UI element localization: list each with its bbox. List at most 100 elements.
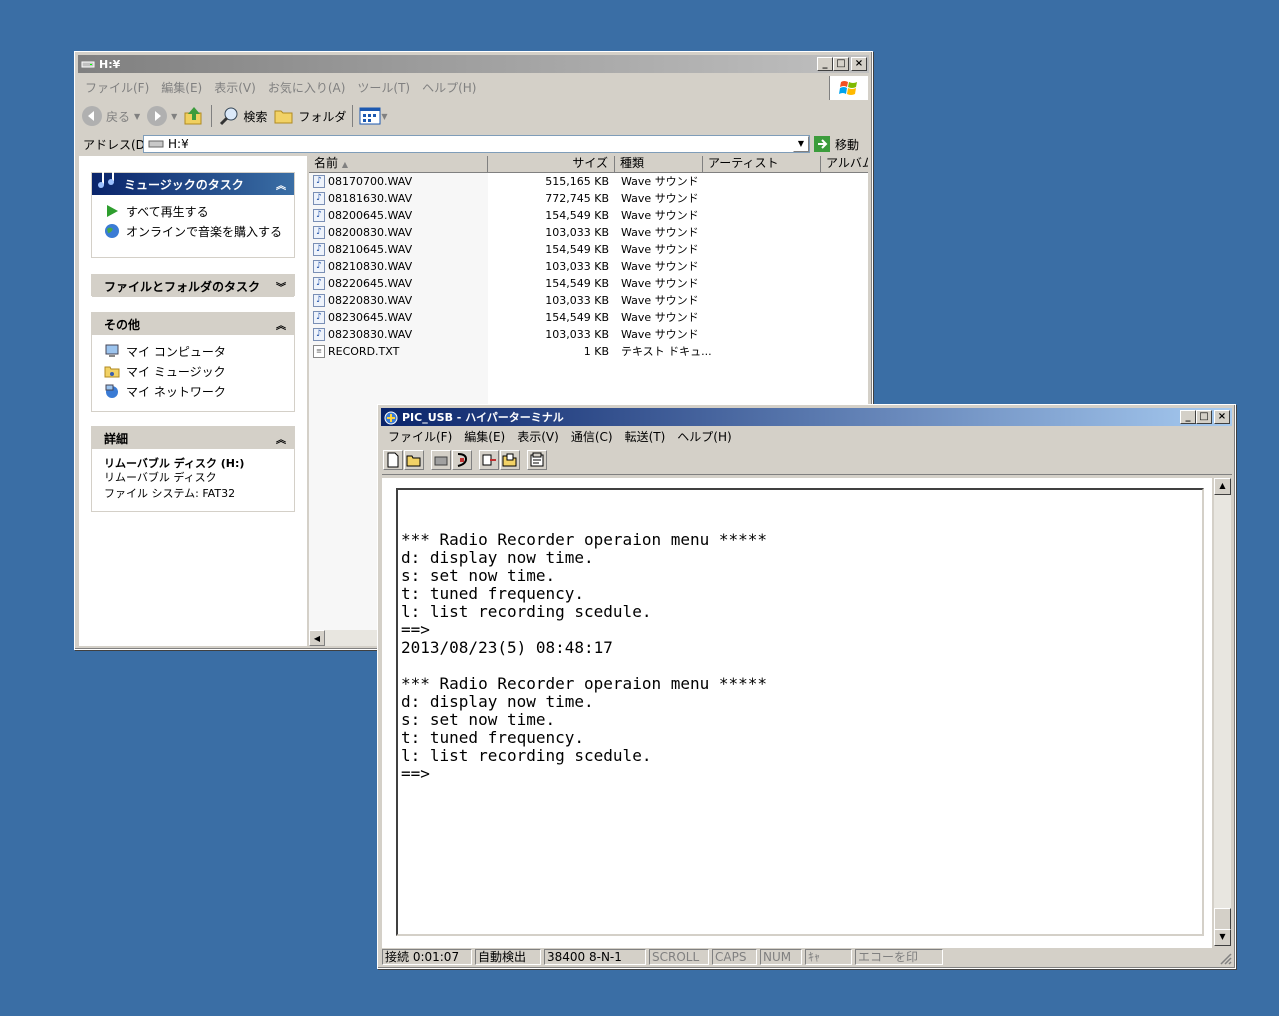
music-tasks-header[interactable]: ミュージックのタスク ︽ [92, 165, 294, 195]
close-button[interactable]: × [1214, 410, 1230, 424]
scroll-up-button[interactable]: ▲ [1214, 478, 1231, 495]
file-row[interactable]: ♪ 08210830.WAV 103,033 KB Wave サウンド [309, 258, 868, 275]
file-name-cell[interactable]: ≡ RECORD.TXT [313, 343, 399, 360]
menu-call[interactable]: 通信(C) [565, 428, 619, 445]
menu-file[interactable]: ファイル(F) [382, 428, 458, 445]
column-header-artist[interactable]: アーティスト [703, 156, 821, 173]
file-name-cell[interactable]: ♪ 08230645.WAV [313, 309, 412, 326]
buy-music-link[interactable]: オンラインで音楽を購入する [92, 221, 294, 241]
hyperterminal-window[interactable]: PIC_USB - ハイパーターミナル _ □ × ファイル(F) 編集(E) … [377, 404, 1236, 969]
file-row[interactable]: ≡ RECORD.TXT 1 KB テキスト ドキュ... [309, 343, 868, 360]
receive-button[interactable] [500, 450, 520, 470]
file-row[interactable]: ♪ 08210645.WAV 154,549 KB Wave サウンド [309, 241, 868, 258]
address-label: アドレス(D) [83, 137, 150, 152]
file-name-cell[interactable]: ♪ 08230830.WAV [313, 326, 412, 343]
task-pane: ミュージックのタスク ︽ すべて再生する オンラインで音楽を購入する ファイルと… [79, 156, 307, 646]
terminal-area[interactable]: *** Radio Recorder operaion menu ***** d:… [382, 478, 1212, 948]
network-icon [105, 384, 118, 398]
properties-icon [530, 452, 544, 467]
views-button[interactable]: ▼ [359, 106, 388, 126]
details-header[interactable]: 詳細 ︽ [92, 427, 294, 449]
vertical-scrollbar[interactable]: ▲ ▼ [1214, 478, 1231, 946]
minimize-button[interactable]: _ [1180, 410, 1196, 424]
text-file-icon: ≡ [313, 345, 325, 358]
column-header-type[interactable]: 種類 [615, 156, 703, 173]
folders-button[interactable]: フォルダ [273, 105, 346, 127]
buy-music-label: オンラインで音楽を購入する [126, 224, 283, 239]
new-connection-button[interactable] [383, 450, 403, 470]
file-row[interactable]: ♪ 08181630.WAV 772,745 KB Wave サウンド [309, 190, 868, 207]
terminal-line: *** Radio Recorder operaion menu ***** [401, 530, 768, 549]
file-name-cell[interactable]: ♪ 08200830.WAV [313, 224, 412, 241]
file-name-cell[interactable]: ♪ 08181630.WAV [313, 190, 412, 207]
resize-grip-icon[interactable] [1220, 953, 1232, 965]
hyperterminal-menubar: ファイル(F) 編集(E) 表示(V) 通信(C) 転送(T) ヘルプ(H) [382, 427, 738, 445]
file-name-cell[interactable]: ♪ 08210645.WAV [313, 241, 412, 258]
file-row[interactable]: ♪ 08220645.WAV 154,549 KB Wave サウンド [309, 275, 868, 292]
menu-favorites[interactable]: お気に入り(A) [262, 79, 352, 96]
chevron-down-icon: ▼ [797, 139, 805, 148]
my-music-link[interactable]: マイ ミュージック [92, 361, 294, 381]
file-row[interactable]: ♪ 08230645.WAV 154,549 KB Wave サウンド [309, 309, 868, 326]
maximize-button[interactable]: □ [833, 57, 849, 71]
my-network-link[interactable]: マイ ネットワーク [92, 381, 294, 401]
file-name-cell[interactable]: ♪ 08200645.WAV [313, 207, 412, 224]
scroll-left-button[interactable]: ◀ [309, 630, 325, 646]
drive-icon [148, 140, 164, 148]
play-icon [107, 205, 118, 217]
file-name-cell[interactable]: ♪ 08220645.WAV [313, 275, 412, 292]
menu-view[interactable]: 表示(V) [511, 428, 565, 445]
my-network-label: マイ ネットワーク [126, 384, 226, 399]
file-row[interactable]: ♪ 08200830.WAV 103,033 KB Wave サウンド [309, 224, 868, 241]
file-type: テキスト ドキュ... [621, 345, 712, 358]
menu-tools[interactable]: ツール(T) [351, 79, 416, 96]
properties-button[interactable] [527, 450, 547, 470]
file-row[interactable]: ♪ 08230830.WAV 103,033 KB Wave サウンド [309, 326, 868, 343]
menu-help[interactable]: ヘルプ(H) [671, 428, 737, 445]
file-name-cell[interactable]: ♪ 08210830.WAV [313, 258, 412, 275]
play-all-link[interactable]: すべて再生する [92, 201, 294, 221]
search-button[interactable]: 検索 [218, 105, 267, 127]
column-header-name[interactable]: 名前 ▲ [309, 156, 488, 173]
file-row[interactable]: ♪ 08170700.WAV 515,165 KB Wave サウンド [309, 173, 868, 190]
file-name-cell[interactable]: ♪ 08220830.WAV [313, 292, 412, 309]
menu-edit[interactable]: 編集(E) [458, 428, 511, 445]
menu-edit[interactable]: 編集(E) [155, 79, 208, 96]
send-button[interactable] [479, 450, 499, 470]
menu-file[interactable]: ファイル(F) [79, 79, 155, 96]
terminal-screen[interactable]: *** Radio Recorder operaion menu ***** d:… [396, 488, 1204, 936]
close-button[interactable]: × [851, 57, 867, 71]
column-header-size[interactable]: サイズ [488, 156, 615, 173]
file-folder-tasks-header[interactable]: ファイルとフォルダのタスク ︾ [92, 275, 294, 297]
column-header-album[interactable]: アルバム [821, 156, 868, 173]
minimize-button[interactable]: _ [817, 57, 833, 71]
go-button[interactable]: 移動 [813, 134, 859, 154]
chevron-down-icon: ▼ [381, 111, 388, 121]
back-button[interactable]: 戻る ▼ [81, 105, 140, 127]
up-folder-button[interactable] [183, 105, 205, 127]
disconnect-button[interactable] [452, 450, 472, 470]
menu-transfer[interactable]: 転送(T) [619, 428, 672, 445]
address-input[interactable]: H:¥ [143, 135, 810, 153]
hyperterminal-titlebar[interactable]: PIC_USB - ハイパーターミナル _ □ × [381, 408, 1232, 426]
my-computer-link[interactable]: マイ コンピュータ [92, 341, 294, 361]
back-arrow-icon [82, 106, 102, 126]
maximize-button[interactable]: □ [1196, 410, 1212, 424]
menu-help[interactable]: ヘルプ(H) [416, 79, 482, 96]
scroll-thumb[interactable] [1214, 908, 1231, 930]
drive-icon [81, 58, 95, 70]
address-dropdown-button[interactable]: ▼ [793, 136, 809, 152]
file-name-cell[interactable]: ♪ 08170700.WAV [313, 173, 412, 190]
audio-file-icon: ♪ [313, 277, 325, 290]
audio-file-icon: ♪ [313, 294, 325, 307]
scroll-down-button[interactable]: ▼ [1214, 929, 1231, 946]
file-row[interactable]: ♪ 08200645.WAV 154,549 KB Wave サウンド [309, 207, 868, 224]
open-button[interactable] [404, 450, 424, 470]
explorer-titlebar[interactable]: H:¥ _ □ × [78, 55, 869, 73]
forward-button[interactable]: ▼ [146, 105, 177, 127]
file-name: RECORD.TXT [328, 345, 400, 358]
other-places-header[interactable]: その他 ︽ [92, 313, 294, 335]
menu-view[interactable]: 表示(V) [208, 79, 262, 96]
call-button[interactable] [431, 450, 451, 470]
file-row[interactable]: ♪ 08220830.WAV 103,033 KB Wave サウンド [309, 292, 868, 309]
